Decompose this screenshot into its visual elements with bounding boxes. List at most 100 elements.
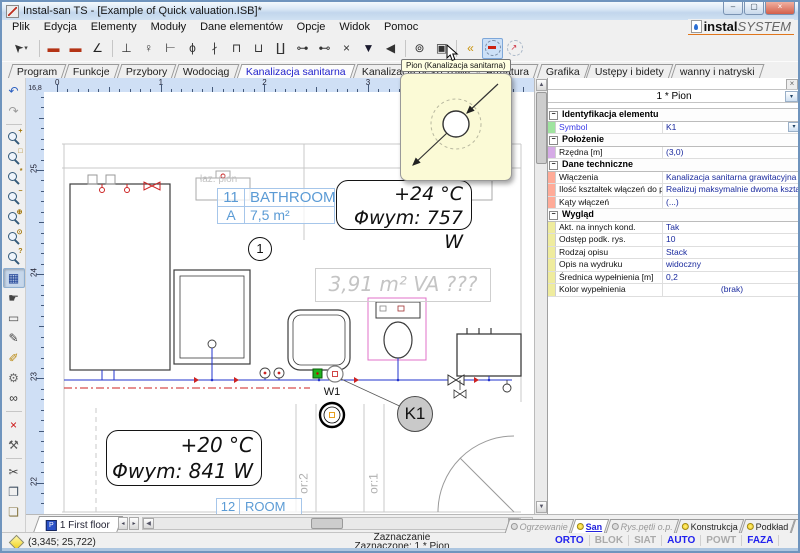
select-tool[interactable]: ➤▾ xyxy=(6,38,35,59)
scroll-down-icon[interactable]: ▼ xyxy=(536,501,547,513)
tab-funkcje[interactable]: Funkcje xyxy=(64,64,120,79)
format-gear-tool[interactable]: ⚙ xyxy=(3,368,25,388)
toggle-faza[interactable]: FAZA xyxy=(742,535,779,546)
collapse-icon[interactable]: − xyxy=(549,111,558,120)
minimize-button[interactable]: – xyxy=(723,2,743,15)
select-region-tool[interactable]: ▭ xyxy=(3,308,25,328)
room-table[interactable]: 12 ROOM xyxy=(216,498,302,514)
property-value-rodzaj-opisu[interactable]: Stack xyxy=(663,247,800,259)
outlet-tool[interactable]: ◀ xyxy=(380,38,401,59)
menu-pomoc[interactable]: Pomoc xyxy=(377,20,425,35)
w1-symbol[interactable] xyxy=(320,403,344,427)
zoom-previous-tool[interactable]: ⊙ xyxy=(3,228,25,248)
property-value-ilość-kształtek-włączeń-do-pionu[interactable]: Realizuj maksymalnie dwoma kształtkami xyxy=(663,184,800,196)
property-row-średnica-wypełnienia-m[interactable]: Średnica wypełnienia [m]0,2 xyxy=(548,272,800,285)
collapse-icon[interactable]: − xyxy=(549,211,558,220)
scroll-up-icon[interactable]: ▲ xyxy=(536,79,547,91)
menu-plik[interactable]: Plik xyxy=(5,20,37,35)
property-row-włączenia[interactable]: WłączeniaKanalizacja sanitarna grawitacy… xyxy=(548,172,800,185)
collapse-icon[interactable]: − xyxy=(549,161,558,170)
property-row-odstęp-podk-rys[interactable]: Odstęp podk. rys.10 xyxy=(548,234,800,247)
toggle-powt[interactable]: POWT xyxy=(701,535,742,546)
filter-tool[interactable]: ▼ xyxy=(358,38,379,59)
property-row-kolor-wypełnienia[interactable]: Kolor wypełnienia(brak) xyxy=(548,284,800,297)
property-row-rodzaj-opisu[interactable]: Rodzaj opisuStack xyxy=(548,247,800,260)
bathroom-room-table[interactable]: 11 BATHROOM A 7,5 m² xyxy=(217,188,335,224)
maximize-button[interactable]: ▢ xyxy=(744,2,764,15)
property-value-symbol[interactable]: K1 xyxy=(663,122,787,134)
redo-tool[interactable]: ↷ xyxy=(3,101,25,121)
branch-tool[interactable]: ⊢ xyxy=(160,38,181,59)
property-value-kąty-włączeń[interactable]: (...) xyxy=(663,197,800,209)
scroll-left-icon[interactable]: ◀ xyxy=(143,518,154,529)
unassigned-area-box[interactable]: 3,91 m² VA ??? xyxy=(315,268,491,302)
pipe-horizontal-tool[interactable]: ▬ xyxy=(43,38,64,59)
doc-tab-san[interactable]: San xyxy=(571,519,609,533)
brush-tool[interactable]: ✐ xyxy=(3,348,25,368)
screen-view-tool[interactable]: ▦ xyxy=(3,268,25,288)
property-row-symbol[interactable]: SymbolK1▾ xyxy=(548,122,800,135)
node-circle[interactable]: 1 xyxy=(248,237,272,261)
pan-hand-tool[interactable]: ☛ xyxy=(3,288,25,308)
menu-widok[interactable]: Widok xyxy=(332,20,377,35)
doc-tab-ogrzewanie[interactable]: Ogrzewanie xyxy=(505,519,575,533)
toggle-auto[interactable]: AUTO xyxy=(662,535,701,546)
pipe-riser-tool[interactable]: ∠ xyxy=(87,38,108,59)
property-row-akt-na-innych-kond[interactable]: Akt. na innych kond.Tak xyxy=(548,222,800,235)
menu-moduły[interactable]: Moduły xyxy=(144,20,193,35)
r4-disconnect-tool[interactable]: « xyxy=(460,38,481,59)
pencil-tool[interactable]: ✎ xyxy=(3,328,25,348)
zoom-sheet-tool[interactable]: □ xyxy=(3,148,25,168)
coupling-oval-tool[interactable]: ⊚ xyxy=(409,38,430,59)
property-value-kolor-wypełnienia[interactable]: (brak) xyxy=(663,284,800,296)
property-section-dane-techniczne[interactable]: −Dane techniczne xyxy=(548,159,800,172)
zoom-window-tool[interactable]: ⊕ xyxy=(3,208,25,228)
siphon-tool[interactable]: ♀ xyxy=(138,38,159,59)
scrollbar-thumb[interactable] xyxy=(536,92,547,164)
tab-grafika[interactable]: Grafika xyxy=(536,64,589,79)
tab-program[interactable]: Program xyxy=(8,64,67,79)
doc-tab-podkład[interactable]: Podkład xyxy=(740,519,794,533)
tab-wanny-i-natryski[interactable]: wanny i natryski xyxy=(671,64,765,79)
menu-opcje[interactable]: Opcje xyxy=(290,20,333,35)
tab-kanalizacja-sanitarna[interactable]: Kanalizacja sanitarna xyxy=(237,64,356,79)
pion-tool[interactable] xyxy=(482,38,503,59)
tab-wodociąg[interactable]: Wodociąg xyxy=(174,64,239,79)
horizontal-scrollbar[interactable]: ◀ ▶ xyxy=(142,517,520,530)
find-binoculars-tool[interactable]: ∞ xyxy=(3,388,25,408)
next-sheet-button[interactable]: ▸ xyxy=(129,517,139,530)
menu-edycja[interactable]: Edycja xyxy=(37,20,84,35)
zoom-out-tool[interactable]: − xyxy=(3,188,25,208)
coupling-right-tool[interactable]: ⊷ xyxy=(314,38,335,59)
connection-perpendicular-tool[interactable]: ⊥ xyxy=(116,38,137,59)
slant-connection-tool[interactable]: ∤ xyxy=(204,38,225,59)
scrollbar-thumb[interactable] xyxy=(311,518,343,529)
coupling-left-tool[interactable]: ⊶ xyxy=(292,38,313,59)
title-bar[interactable]: Instal-san TS - [Example of Quick valuat… xyxy=(2,2,798,20)
copy-tool[interactable]: ❐ xyxy=(3,482,25,502)
property-value-akt-na-innych-kond[interactable]: Tak xyxy=(663,222,800,234)
tab-ustępy-i-bidety[interactable]: Ustępy i bidety xyxy=(586,64,674,79)
property-value-średnica-wypełnienia-m[interactable]: 0,2 xyxy=(663,272,800,284)
zoom-region-tool[interactable]: + xyxy=(3,128,25,148)
vertical-scrollbar[interactable]: ▲ ▼ xyxy=(534,78,547,514)
property-value-włączenia[interactable]: Kanalizacja sanitarna grawitacyjna xyxy=(663,172,800,184)
temp-power-box-bathroom[interactable]: +24 °C Φwym: 757 W xyxy=(336,180,472,230)
toggle-blok[interactable]: BLOK xyxy=(590,535,629,546)
collapse-icon[interactable]: − xyxy=(549,136,558,145)
valve-vertical-tool[interactable]: ϕ xyxy=(182,38,203,59)
temp-power-box-room[interactable]: +20 °C Φwym: 841 W xyxy=(106,430,262,486)
zoom-in-tool[interactable]: * xyxy=(3,168,25,188)
property-value-opis-na-wydruku[interactable]: widoczny xyxy=(663,259,800,271)
delete-tool[interactable]: × xyxy=(3,415,25,435)
toggle-siat[interactable]: SIAT xyxy=(629,535,662,546)
toggle-orto[interactable]: ORTO xyxy=(550,535,590,546)
close-button[interactable]: × xyxy=(765,2,795,15)
tab-przybory[interactable]: Przybory xyxy=(117,64,177,79)
menu-dane-elementów[interactable]: Dane elementów xyxy=(193,20,290,35)
zoom-help-tool[interactable]: ? xyxy=(3,248,25,268)
trim-tool[interactable]: ⚒ xyxy=(3,435,25,455)
header-dropdown-icon[interactable]: ▾ xyxy=(785,91,798,102)
sheet-tab-first-floor[interactable]: P 1 First floor xyxy=(33,516,123,533)
property-value-odstęp-podk-rys[interactable]: 10 xyxy=(663,234,800,246)
